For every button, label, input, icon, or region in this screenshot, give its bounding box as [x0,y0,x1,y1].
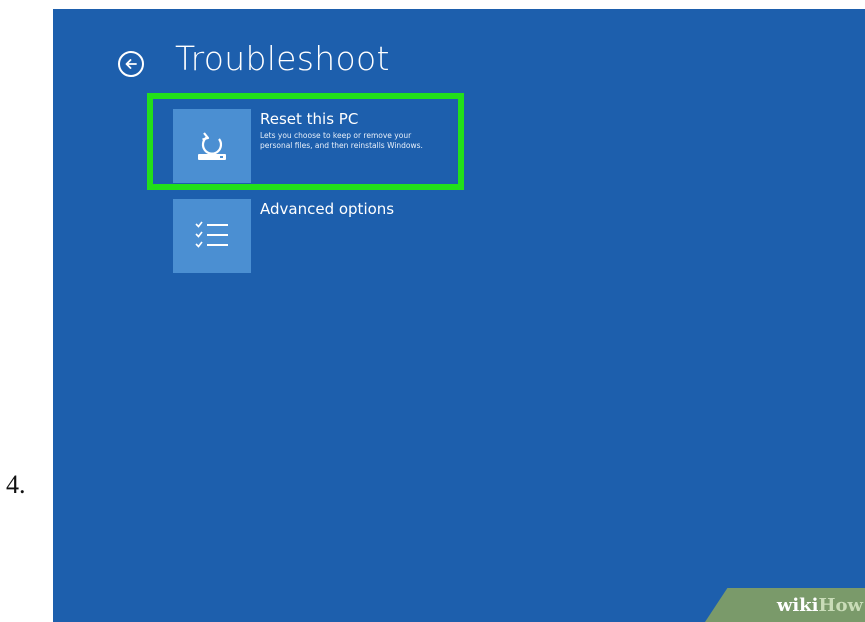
wikihow-watermark: wiki How [705,588,865,622]
advanced-options-option[interactable]: Advanced options [173,199,463,273]
reset-this-pc-option[interactable]: Reset this PC Lets you choose to keep or… [173,109,463,183]
advanced-tile [173,199,251,273]
watermark-wiki: wiki [776,594,819,616]
back-button[interactable] [118,51,144,77]
watermark-how: How [818,594,863,616]
reset-option-description: Lets you choose to keep or remove your p… [260,131,423,150]
troubleshoot-screen: Troubleshoot Reset this PC Lets you choo… [53,9,865,622]
reset-option-title: Reset this PC [260,110,359,128]
reset-drive-icon [198,132,226,160]
reset-tile [173,109,251,183]
checklist-icon [195,221,228,248]
advanced-option-title: Advanced options [260,200,395,218]
page-title: Troubleshoot [175,39,390,78]
back-arrow-circle-icon [125,59,137,69]
step-number: 4. [6,470,26,499]
